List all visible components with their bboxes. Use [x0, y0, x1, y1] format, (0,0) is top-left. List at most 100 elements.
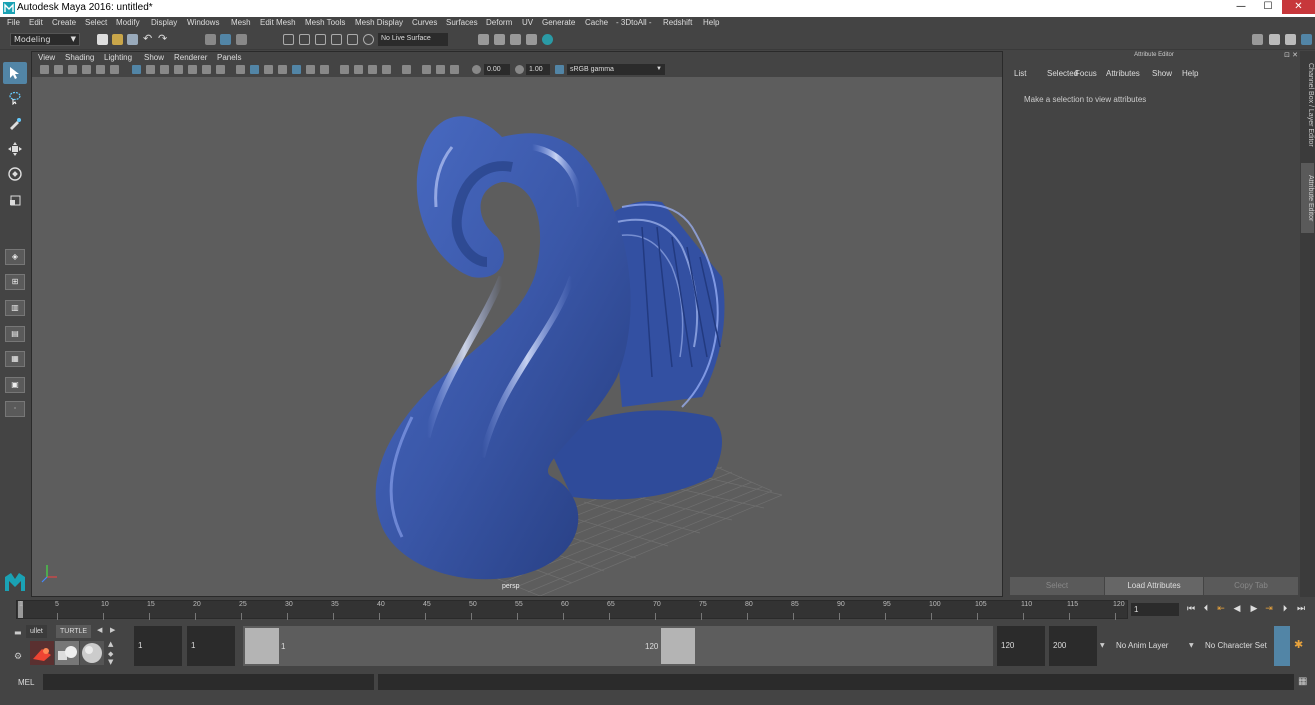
2d-pan-zoom-icon[interactable] [96, 65, 105, 74]
move-tool-icon[interactable] [3, 138, 27, 160]
save-scene-icon[interactable] [127, 34, 138, 45]
gamma-field[interactable]: 1.00 [526, 64, 550, 75]
step-forward-key-icon[interactable]: ⇥ [1263, 604, 1275, 615]
ipr-render-icon[interactable] [510, 34, 521, 45]
turtle-render-icon[interactable] [30, 641, 54, 665]
character-set-select[interactable]: No Character Set [1201, 626, 1271, 666]
single-perspective-layout-icon[interactable]: ◈ [5, 249, 25, 265]
paint-select-tool-icon[interactable] [3, 112, 27, 134]
menu-curves[interactable]: Curves [412, 18, 437, 27]
ae-menu-selected[interactable]: Selected [1047, 69, 1078, 78]
grease-pencil-icon[interactable] [110, 65, 119, 74]
menu-select[interactable]: Select [85, 18, 107, 27]
go-to-end-icon[interactable]: ⏭ [1295, 604, 1307, 615]
undo-icon[interactable]: ↶ [143, 33, 154, 45]
menu-3dtoall[interactable]: - 3DtoAll - [616, 18, 652, 27]
ae-menu-show[interactable]: Show [1152, 69, 1172, 78]
menu-create[interactable]: Create [52, 18, 76, 27]
four-view-layout-icon[interactable]: ⊞ [5, 274, 25, 290]
menu-modify[interactable]: Modify [116, 18, 140, 27]
shelf-menu-icon[interactable]: ▬ [14, 628, 22, 637]
scale-tool-icon[interactable] [3, 189, 27, 211]
ae-menu-list[interactable]: List [1014, 69, 1026, 78]
menu-edit-mesh[interactable]: Edit Mesh [260, 18, 296, 27]
redo-icon[interactable]: ↷ [158, 33, 169, 45]
safe-action-icon[interactable] [202, 65, 211, 74]
isolate-select-icon[interactable] [382, 65, 391, 74]
ae-menu-attributes[interactable]: Attributes [1106, 69, 1140, 78]
film-gate-icon[interactable] [146, 65, 155, 74]
gear-icon[interactable]: ⚙ [14, 652, 22, 662]
panel-menu-view[interactable]: View [38, 53, 55, 62]
tab-attribute-editor[interactable]: Attribute Editor [1301, 163, 1314, 233]
attribute-editor-toggle-icon[interactable] [1301, 34, 1312, 45]
screen-space-ao-icon[interactable] [450, 65, 459, 74]
time-ruler[interactable]: 1 5 10 15 20 25 30 35 40 45 50 55 60 65 … [16, 600, 1128, 620]
live-surface-field[interactable]: No Live Surface [378, 33, 448, 46]
custom-layout-icon[interactable]: · [5, 401, 25, 417]
snap-point-icon[interactable] [315, 34, 326, 45]
menu-mesh-display[interactable]: Mesh Display [355, 18, 403, 27]
xray-joints-icon[interactable] [354, 65, 363, 74]
render-settings-icon[interactable] [526, 34, 537, 45]
gate-mask-icon[interactable] [174, 65, 183, 74]
default-lighting-icon[interactable] [264, 65, 273, 74]
scroll-right-icon[interactable]: ▶ [110, 626, 115, 634]
step-back-key-icon[interactable]: ⇤ [1215, 604, 1227, 615]
close-icon[interactable]: ✕ [1292, 51, 1298, 59]
render-view-icon[interactable] [478, 34, 489, 45]
color-space-select[interactable]: sRGB gamma ▼ [567, 64, 665, 75]
menu-cache[interactable]: Cache [585, 18, 608, 27]
animation-end-field[interactable]: 200 [1049, 626, 1097, 666]
snap-grid-icon[interactable] [283, 34, 294, 45]
shelf-scroll-stop-icon[interactable]: ◆ [108, 650, 113, 658]
go-to-start-icon[interactable]: ⏮ [1185, 604, 1197, 615]
play-backwards-icon[interactable]: ◀ [1231, 604, 1243, 615]
auto-key-toggle-icon[interactable] [1274, 626, 1290, 666]
chevron-down-icon[interactable]: ▼ [1100, 642, 1105, 649]
range-end-handle[interactable] [661, 628, 695, 664]
xray-icon[interactable] [340, 65, 349, 74]
rotate-tool-icon[interactable] [3, 163, 27, 185]
minimize-button[interactable]: — [1228, 0, 1254, 14]
turtle-baking-icon[interactable] [55, 641, 79, 665]
menu-windows[interactable]: Windows [187, 18, 219, 27]
menu-redshift[interactable]: Redshift [663, 18, 692, 27]
animation-start-field[interactable]: 1 [134, 626, 182, 666]
select-by-hierarchy-icon[interactable] [205, 34, 216, 45]
field-chart-icon[interactable] [188, 65, 197, 74]
lasso-tool-icon[interactable] [3, 87, 27, 109]
menu-generate[interactable]: Generate [542, 18, 575, 27]
magnet-icon[interactable] [363, 34, 374, 45]
panel-menu-show[interactable]: Show [144, 53, 164, 62]
menu-display[interactable]: Display [151, 18, 177, 27]
menu-deform[interactable]: Deform [486, 18, 512, 27]
float-panel-icon[interactable]: ⊡ [1284, 51, 1290, 59]
safe-title-icon[interactable] [216, 65, 225, 74]
textured-icon[interactable] [278, 65, 287, 74]
command-input[interactable] [43, 674, 374, 690]
ae-load-attributes-button[interactable]: Load Attributes [1105, 577, 1203, 595]
turtle-sphere-icon[interactable] [80, 641, 104, 665]
camera-attributes-icon[interactable] [54, 65, 63, 74]
persp-graph-layout-icon[interactable]: ▤ [5, 326, 25, 342]
image-plane-icon[interactable] [82, 65, 91, 74]
tab-channel-box[interactable]: Channel Box / Layer Editor [1301, 55, 1314, 155]
range-slider-track[interactable]: 1 120 [243, 626, 993, 666]
persp-uv-layout-icon[interactable]: ▣ [5, 377, 25, 393]
multisample-aa-icon[interactable] [422, 65, 431, 74]
motion-blur-icon[interactable] [402, 65, 411, 74]
menu-help[interactable]: Help [703, 18, 719, 27]
close-button[interactable]: ✕ [1282, 0, 1315, 14]
shelf-tab-turtle[interactable]: TURTLE [56, 625, 92, 638]
script-editor-icon[interactable]: ▦ [1298, 676, 1307, 687]
persp-hypershade-layout-icon[interactable]: ▦ [5, 351, 25, 367]
anim-layer-select[interactable]: No Anim Layer [1112, 626, 1184, 666]
xray-components-icon[interactable] [368, 65, 377, 74]
command-language-label[interactable]: MEL [18, 678, 34, 687]
shelf-scroll-up-icon[interactable]: ▲ [108, 640, 113, 648]
modeling-toolkit-icon[interactable] [1252, 34, 1263, 45]
current-frame-field[interactable]: 1 [1131, 603, 1179, 616]
new-scene-icon[interactable] [97, 34, 108, 45]
grid-toggle-icon[interactable] [132, 65, 141, 74]
